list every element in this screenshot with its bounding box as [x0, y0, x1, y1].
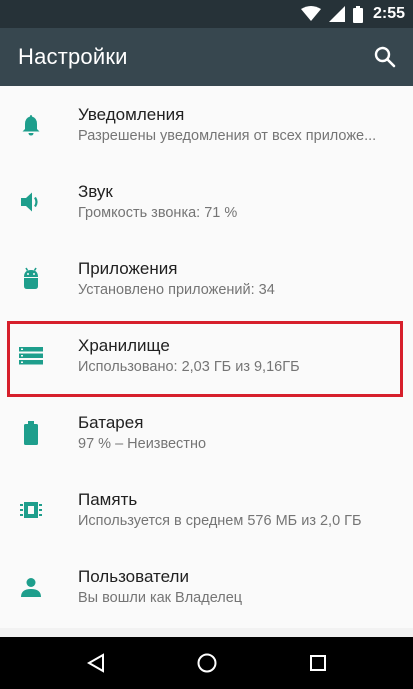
battery-status-icon: [352, 5, 363, 23]
search-icon[interactable]: [371, 43, 399, 71]
settings-item-memory[interactable]: Память Используется в среднем 576 МБ из …: [0, 471, 413, 548]
settings-item-title: Звук: [78, 181, 113, 201]
settings-item-subtitle: Установлено приложений: 34: [78, 281, 275, 298]
settings-item-subtitle: Громкость звонка: 71 %: [78, 204, 238, 221]
settings-item-storage[interactable]: Хранилище Использовано: 2,03 ГБ из 9,16Г…: [0, 317, 413, 394]
settings-item-title: Уведомления: [78, 104, 185, 124]
settings-item-title: Батарея: [78, 412, 144, 432]
status-bar: 2:55: [0, 0, 413, 28]
settings-item-subtitle: Используется в среднем 576 МБ из 2,0 ГБ: [78, 512, 362, 529]
page-title: Настройки: [18, 44, 128, 69]
settings-item-sound[interactable]: Звук Громкость звонка: 71 %: [0, 163, 413, 240]
battery-icon: [17, 419, 45, 447]
volume-icon: [17, 188, 45, 216]
settings-item-subtitle: 97 % – Неизвестно: [78, 435, 207, 452]
home-icon[interactable]: [183, 639, 231, 687]
android-icon: [17, 265, 45, 293]
recents-icon[interactable]: [294, 639, 342, 687]
settings-item-title: Хранилище: [78, 335, 170, 355]
storage-icon: [17, 342, 45, 370]
bell-icon: [17, 111, 45, 139]
settings-item-title: Приложения: [78, 258, 178, 278]
settings-item-title: Пользователи: [78, 566, 189, 586]
settings-item-subtitle: Разрешены уведомления от всех приложе...: [78, 127, 377, 144]
list-bottom-spacer: [0, 628, 413, 637]
settings-item-subtitle: Использовано: 2,03 ГБ из 9,16ГБ: [78, 358, 300, 375]
wifi-icon: [300, 6, 321, 22]
memory-icon: [17, 496, 45, 524]
back-icon[interactable]: [72, 639, 120, 687]
app-bar: Настройки: [0, 28, 413, 86]
settings-item-subtitle: Вы вошли как Владелец: [78, 589, 243, 606]
settings-item-battery[interactable]: Батарея 97 % – Неизвестно: [0, 394, 413, 471]
signal-icon: [328, 6, 345, 22]
settings-item-apps[interactable]: Приложения Установлено приложений: 34: [0, 240, 413, 317]
settings-item-users[interactable]: Пользователи Вы вошли как Владелец: [0, 548, 413, 625]
user-icon: [17, 573, 45, 601]
settings-list: Уведомления Разрешены уведомления от все…: [0, 86, 413, 629]
navigation-bar: [0, 637, 413, 689]
status-time: 2:55: [372, 5, 405, 22]
settings-item-title: Память: [78, 489, 138, 509]
settings-item-notifications[interactable]: Уведомления Разрешены уведомления от все…: [0, 86, 413, 163]
